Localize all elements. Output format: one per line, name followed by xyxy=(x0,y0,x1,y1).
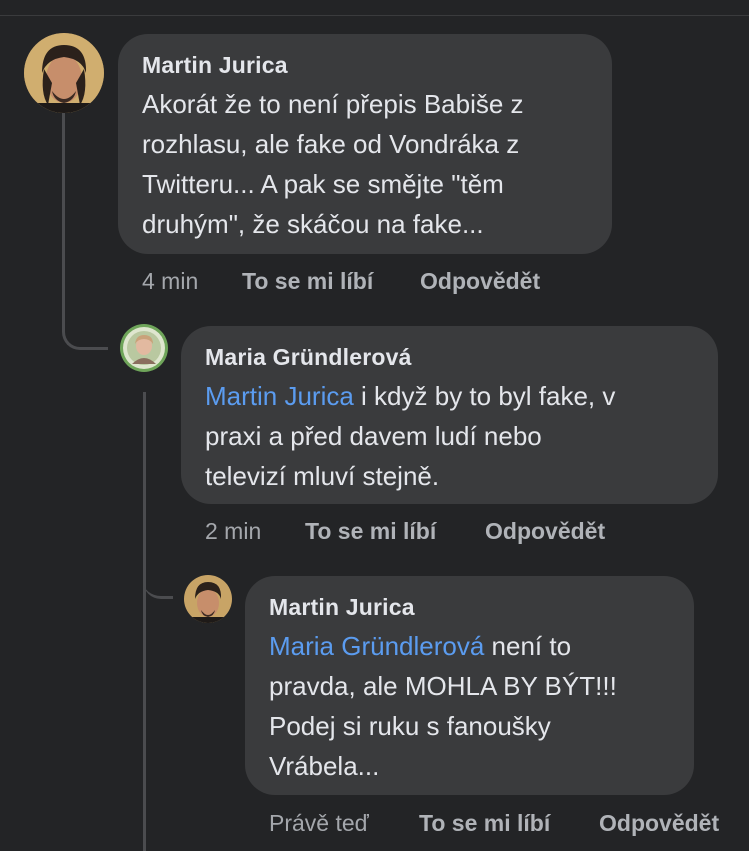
avatar-photo xyxy=(24,33,104,113)
avatar-photo xyxy=(120,324,168,372)
reply-button[interactable]: Odpovědět xyxy=(485,518,605,545)
comment-time[interactable]: 2 min xyxy=(205,518,261,545)
avatar[interactable] xyxy=(120,324,168,372)
comment-text-line: televizí mluví stejně. xyxy=(205,461,440,491)
avatar[interactable] xyxy=(184,575,232,623)
avatar[interactable] xyxy=(24,33,104,113)
mention-link[interactable]: Maria Gründlerová xyxy=(269,631,484,661)
thread-connector xyxy=(143,392,146,851)
comment-text-line: Maria Gründlerová není to xyxy=(269,626,617,666)
mention-link[interactable]: Martin Jurica xyxy=(205,381,354,411)
comment-text-rest: i když by to byl fake, v xyxy=(353,381,616,411)
comment-text-line: Vrábela... xyxy=(269,751,380,781)
comment-text-line: Podej si ruku s fanoušky xyxy=(269,711,551,741)
comment-time[interactable]: Právě teď xyxy=(269,810,369,837)
comment-author[interactable]: Maria Gründlerová xyxy=(205,344,412,371)
like-button[interactable]: To se mi líbí xyxy=(242,268,373,295)
comment-text: Akorát že to není přepis Babiše z rozhla… xyxy=(142,84,524,244)
like-button[interactable]: To se mi líbí xyxy=(305,518,436,545)
comment-text-line: pravda, ale MOHLA BY BÝT!!! xyxy=(269,671,617,701)
comment-author[interactable]: Martin Jurica xyxy=(269,594,415,621)
comment-text-line: Twitteru... A pak se smějte "těm xyxy=(142,169,504,199)
comment-text-rest: není to xyxy=(484,631,572,661)
comment-text-line: Martin Jurica i když by to byl fake, v xyxy=(205,376,615,416)
avatar-photo xyxy=(184,575,232,623)
comment-text-line: rozhlasu, ale fake od Vondráka z xyxy=(142,129,520,159)
divider xyxy=(0,15,749,16)
thread-connector xyxy=(143,565,173,599)
reply-button[interactable]: Odpovědět xyxy=(599,810,719,837)
reply-button[interactable]: Odpovědět xyxy=(420,268,540,295)
comment-text: Martin Jurica i když by to byl fake, v p… xyxy=(205,376,615,496)
like-button[interactable]: To se mi líbí xyxy=(419,810,550,837)
comment-time[interactable]: 4 min xyxy=(142,268,198,295)
comment-text-line: druhým", že skáčou na fake... xyxy=(142,209,484,239)
comment-text-line: praxi a před davem ludí nebo xyxy=(205,421,542,451)
comment-author[interactable]: Martin Jurica xyxy=(142,52,288,79)
comment-text: Maria Gründlerová není to pravda, ale MO… xyxy=(269,626,617,786)
thread-connector xyxy=(62,112,108,350)
comment-thread: Martin Jurica Akorát že to není přepis B… xyxy=(0,0,749,851)
comment-text-line: Akorát že to není přepis Babiše z xyxy=(142,89,524,119)
